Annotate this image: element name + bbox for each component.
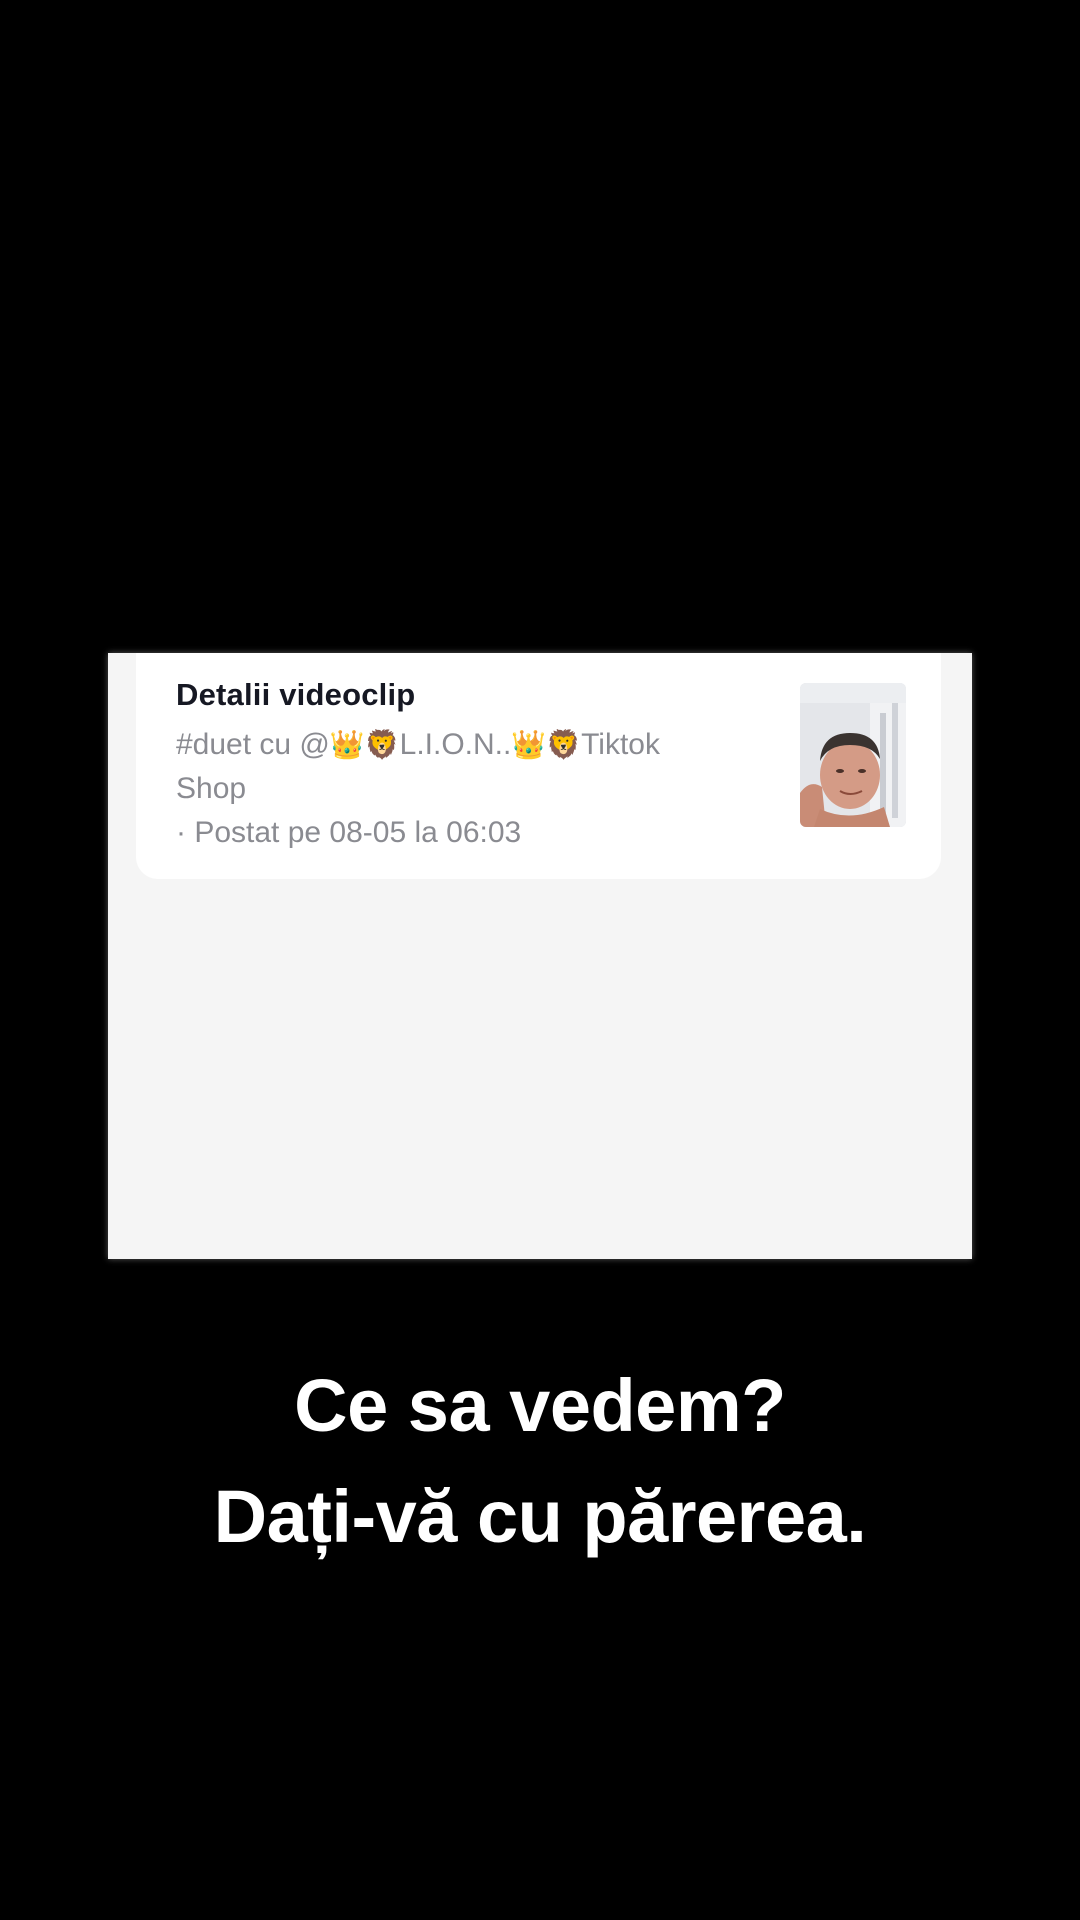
crown-emoji-icon: 👑 (329, 729, 365, 760)
caption-line-1: #duet cu @👑🦁L.I.O.N..👑🦁Tiktok (176, 723, 766, 767)
video-thumbnail[interactable] (800, 683, 906, 827)
caption-prefix: #duet cu @ (176, 728, 330, 761)
video-caption: #duet cu @👑🦁L.I.O.N..👑🦁Tiktok Shop · Pos… (176, 723, 766, 855)
card-title: Detalii videoclip (176, 677, 416, 712)
crown-emoji-icon-2: 👑 (511, 729, 547, 760)
caption-line-2: Shop (176, 772, 247, 805)
lion-emoji-icon-2: 🦁 (546, 729, 582, 760)
video-details-card[interactable]: Detalii videoclip #duet cu @👑🦁L.I.O.N..👑… (136, 653, 941, 879)
caption-suffix: Tiktok (581, 728, 660, 761)
overlay-question: Ce sa vedem? (294, 1364, 786, 1447)
posted-timestamp: · Postat pe 08-05 la 06:03 (176, 816, 522, 849)
mentioned-user-link[interactable]: L.I.O.N.. (400, 728, 512, 761)
embedded-screenshot: Detalii videoclip #duet cu @👑🦁L.I.O.N..👑… (108, 653, 972, 1259)
video-frame: Detalii videoclip #duet cu @👑🦁L.I.O.N..👑… (0, 0, 1080, 1920)
lion-emoji-icon: 🦁 (364, 729, 400, 760)
overlay-prompt: Dați-vă cu părerea. (213, 1475, 867, 1558)
person-face-thumbnail-icon (800, 683, 906, 827)
